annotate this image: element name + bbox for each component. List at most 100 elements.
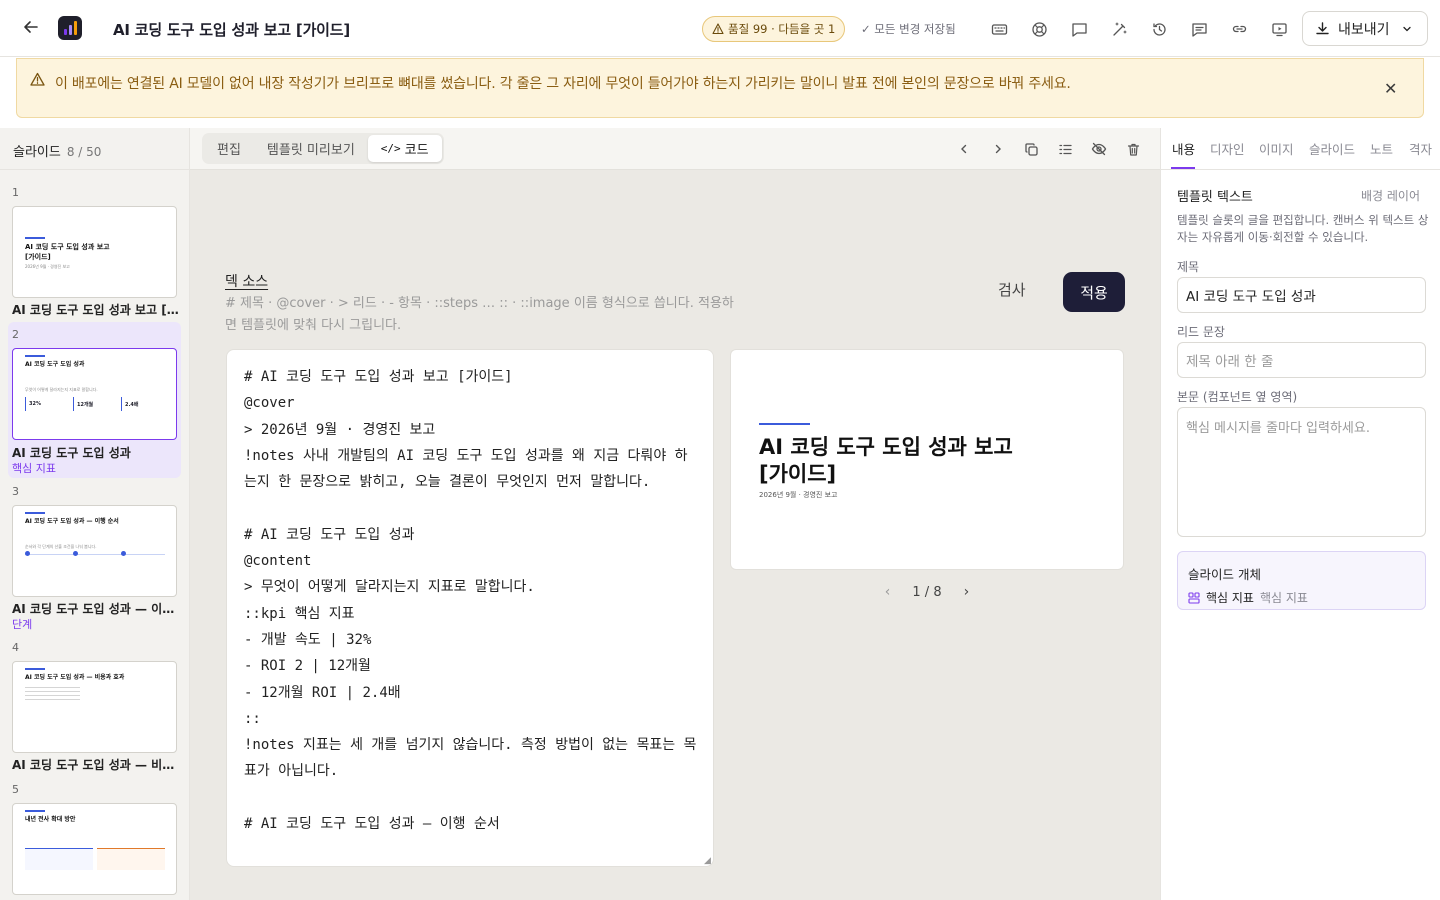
- download-icon: [1316, 22, 1329, 35]
- hide-slide-icon[interactable]: [1090, 140, 1108, 158]
- link-icon[interactable]: [1229, 19, 1249, 39]
- slide-thumbnail-1[interactable]: AI 코딩 도구 도입 성과 보고 [가이드] 2026년 9월 · 경영진 보…: [12, 206, 177, 298]
- slide-sidebar: 슬라이드 8 / 50 1 AI 코딩 도구 도입 성과 보고 [가이드] 202…: [0, 128, 190, 900]
- slide-number: 5: [12, 783, 19, 796]
- slide-number: 2: [12, 328, 19, 341]
- tab-edit[interactable]: 편집: [204, 135, 254, 162]
- thumb-step-dot: [25, 551, 30, 556]
- back-arrow-icon[interactable]: [20, 18, 42, 40]
- help-icon[interactable]: [1029, 19, 1049, 39]
- ai-notice-banner: 이 배포에는 연결된 AI 모델이 없어 내장 작성기가 브리프로 뼈대를 썼습…: [16, 58, 1424, 118]
- notes-icon[interactable]: [1189, 19, 1209, 39]
- thumb-kpi: 12개월: [73, 397, 117, 411]
- deck-source-hint: # 제목 · @cover · > 리드 · - 항목 · ::steps … …: [225, 296, 734, 333]
- sidebar-label: 슬라이드: [13, 145, 61, 160]
- slide-label[interactable]: AI 코딩 도구 도입 성과 — 이행 순서: [12, 600, 180, 617]
- title-label: 제목: [1177, 260, 1200, 274]
- magic-wand-icon[interactable]: [1109, 19, 1129, 39]
- history-icon[interactable]: [1149, 19, 1169, 39]
- present-icon[interactable]: [1269, 19, 1289, 39]
- keyboard-icon[interactable]: [989, 19, 1009, 39]
- slide-objects-card: 슬라이드 개체 핵심 지표 핵심 지표: [1177, 551, 1426, 610]
- thumb-title: AI 코딩 도구 도입 성과 보고 [가이드]: [25, 243, 110, 261]
- chevron-right-icon[interactable]: ›: [964, 584, 970, 600]
- object-name: 핵심 지표: [1206, 591, 1254, 605]
- chevron-left-icon[interactable]: ‹: [885, 584, 891, 600]
- previous-slide-icon[interactable]: [955, 140, 973, 158]
- tab-grid[interactable]: 격자: [1409, 139, 1432, 158]
- slide-objects-label: 슬라이드 개체: [1188, 567, 1261, 582]
- preview-accent-bar: [759, 423, 810, 425]
- tab-content[interactable]: 내용: [1172, 139, 1195, 158]
- tab-code[interactable]: </> 코드: [367, 135, 442, 162]
- thumb-kpi: 32%: [25, 397, 69, 411]
- body-label: 본문 (컴포넌트 옆 영역): [1177, 390, 1298, 404]
- title-input[interactable]: AI 코딩 도구 도입 성과: [1177, 277, 1426, 313]
- export-label: 내보내기: [1338, 21, 1390, 38]
- tab-image[interactable]: 이미지: [1259, 139, 1294, 158]
- check-icon: ✓: [861, 22, 871, 36]
- thumb-column: [97, 848, 165, 870]
- delete-icon[interactable]: [1124, 140, 1142, 158]
- top-bar: AI 코딩 도구 도입 성과 보고 [가이드] 품질 99 · 다듬을 곳 1 …: [0, 0, 1440, 57]
- object-type: 핵심 지표: [1259, 591, 1308, 605]
- preview-title: AI 코딩 도구 도입 성과 보고 [가이드]: [759, 435, 1013, 486]
- body-textarea[interactable]: 핵심 메시지를 줄마다 입력하세요.: [1177, 407, 1426, 537]
- check-button[interactable]: 검사: [998, 279, 1026, 300]
- resize-handle-icon[interactable]: ◢: [704, 857, 713, 866]
- comment-icon[interactable]: [1069, 19, 1089, 39]
- thumb-subtitle: 2026년 9월 · 경영진 보고: [25, 264, 70, 269]
- active-tab-indicator: [1171, 167, 1195, 169]
- lead-label: 리드 문장: [1177, 325, 1225, 339]
- slide-thumbnail-2[interactable]: AI 코딩 도구 도입 성과 무엇이 어떻게 달라지는지 지표로 말합니다. 3…: [12, 348, 177, 440]
- thumb-step-dot: [73, 551, 78, 556]
- outline-icon[interactable]: [1056, 140, 1074, 158]
- view-mode-switch: 편집 템플릿 미리보기 </> 코드: [202, 133, 444, 164]
- background-layer-link[interactable]: 배경 레이어: [1361, 187, 1420, 204]
- thumb-subtitle: 무엇이 어떻게 달라지는지 지표로 말합니다.: [25, 387, 98, 392]
- warning-icon: [30, 72, 45, 91]
- quality-badge[interactable]: 품질 99 · 다듬을 곳 1: [702, 16, 846, 42]
- app-logo-icon[interactable]: [58, 16, 82, 40]
- lead-input[interactable]: 제목 아래 한 줄: [1177, 342, 1426, 378]
- export-button[interactable]: 내보내기: [1302, 11, 1428, 46]
- preview-pager: ‹ 1 / 8 ›: [730, 584, 1124, 600]
- save-status-text: 모든 변경 저장됨: [874, 22, 956, 36]
- editor-area: 편집 템플릿 미리보기 </> 코드 덱 소스 # 제목 · @cover · >…: [190, 128, 1160, 900]
- warning-icon: [712, 23, 724, 35]
- thumb-title: 내년 전사 확대 방안: [25, 816, 76, 823]
- thumb-title: AI 코딩 도구 도입 성과 — 비용과 효과: [25, 674, 125, 681]
- next-slide-icon[interactable]: [989, 140, 1007, 158]
- slide-object-item[interactable]: 핵심 지표 핵심 지표: [1188, 589, 1415, 606]
- thumb-kpi: 2.4배: [121, 397, 165, 411]
- slide-label[interactable]: AI 코딩 도구 도입 성과 — 비용과 효과: [12, 756, 180, 773]
- close-icon[interactable]: ✕: [1384, 80, 1397, 98]
- thumb-timeline: [25, 554, 165, 556]
- thumb-step-dot: [121, 551, 126, 556]
- thumb-kpis: 32% 12개월 2.4배: [25, 397, 165, 411]
- quality-badge-text: 품질 99 · 다듬을 곳 1: [728, 22, 836, 36]
- slide-number: 4: [12, 641, 19, 654]
- slide-label[interactable]: AI 코딩 도구 도입 성과: [12, 444, 180, 461]
- document-title[interactable]: AI 코딩 도구 도입 성과 보고 [가이드]: [113, 19, 350, 40]
- duplicate-icon[interactable]: [1022, 140, 1040, 158]
- tab-design[interactable]: 디자인: [1210, 139, 1245, 158]
- slide-thumbnail-3[interactable]: AI 코딩 도구 도입 성과 — 이행 순서 순서와 각 단계의 산출 조건을 …: [12, 505, 177, 597]
- deck-source-title: 덱 소스: [225, 274, 269, 290]
- apply-button[interactable]: 적용: [1063, 272, 1125, 312]
- preview-subtitle: 2026년 9월 · 경영진 보고: [759, 491, 838, 499]
- slide-number: 1: [12, 186, 19, 199]
- kpi-grid-icon: [1188, 591, 1200, 604]
- tab-slide[interactable]: 슬라이드: [1309, 139, 1355, 158]
- slide-layout-tag: 핵심 지표: [12, 462, 56, 475]
- slide-thumbnail-5[interactable]: 내년 전사 확대 방안: [12, 803, 177, 895]
- slide-layout-tag: 단계: [12, 618, 33, 631]
- chevron-down-icon: [1402, 26, 1411, 31]
- properties-panel: 내용 디자인 이미지 슬라이드 노트 격자 템플릿 텍스트 배경 레이어 템플릿…: [1160, 128, 1440, 900]
- slide-thumbnail-4[interactable]: AI 코딩 도구 도입 성과 — 비용과 효과: [12, 661, 177, 753]
- tab-notes[interactable]: 노트: [1370, 139, 1393, 158]
- slide-label[interactable]: AI 코딩 도구 도입 성과 보고 [가이드]: [12, 301, 180, 318]
- tab-template-preview[interactable]: 템플릿 미리보기: [254, 135, 368, 162]
- thumb-text-lines: [25, 684, 80, 702]
- deck-source-editor[interactable]: # AI 코딩 도구 도입 성과 보고 [가이드] @cover > 2026년…: [226, 349, 714, 867]
